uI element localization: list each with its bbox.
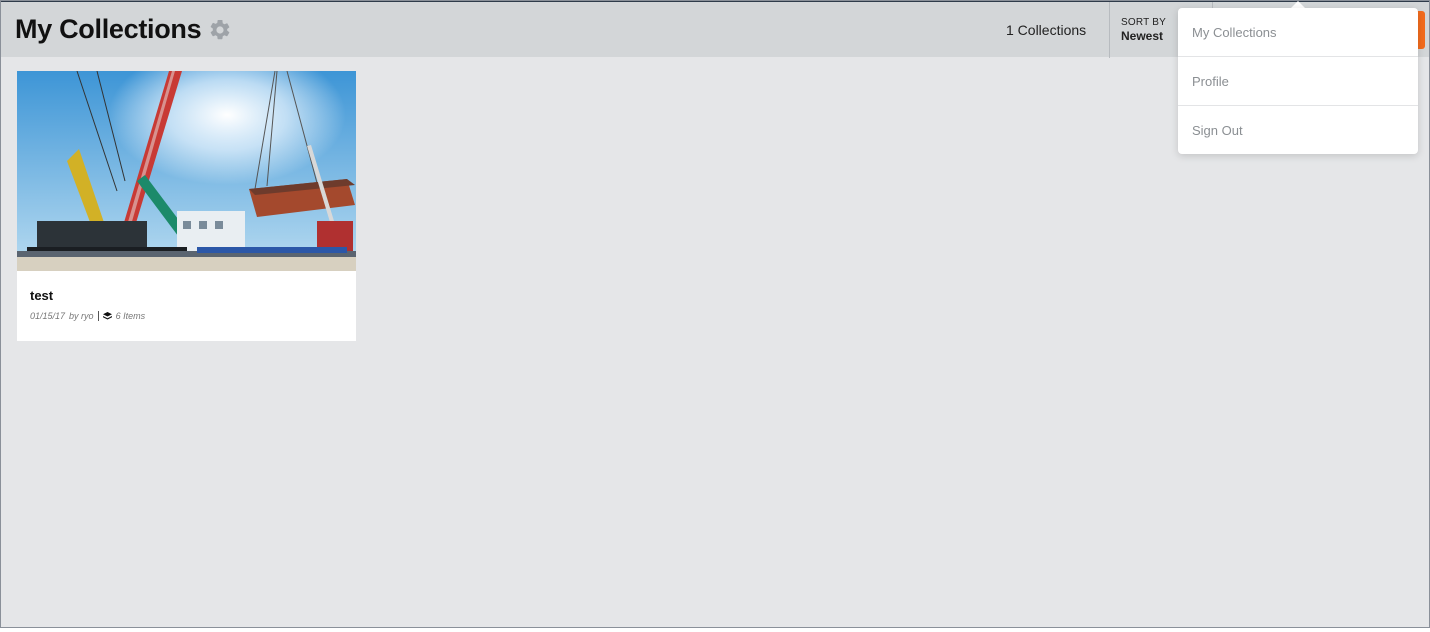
menu-item-my-collections[interactable]: My Collections — [1178, 8, 1418, 57]
page-title: My Collections — [15, 14, 202, 44]
collection-item-count: 6 Items — [115, 311, 146, 321]
collection-title: test — [30, 288, 54, 303]
sort-label: SORT BY — [1121, 17, 1166, 28]
meta-divider — [97, 311, 99, 321]
sort-value: Newest — [1121, 29, 1164, 43]
layers-icon — [102, 311, 112, 319]
user-dropdown-menu: My Collections Profile Sign Out — [1178, 8, 1418, 154]
menu-item-sign-out[interactable]: Sign Out — [1178, 106, 1418, 155]
sort-dropdown[interactable]: SORT BY Newest — [1121, 17, 1166, 43]
header-divider — [1109, 2, 1110, 58]
collection-meta: 01/15/17 by ryo 6 Items — [30, 311, 145, 321]
collection-date: 01/15/17 — [30, 311, 66, 321]
app-window: My Collections 1 Collections SORT BY New… — [0, 0, 1430, 628]
collections-count: 1 Collections — [1006, 22, 1087, 38]
menu-item-profile[interactable]: Profile — [1178, 57, 1418, 106]
collection-author: by ryo — [69, 311, 94, 321]
gear-icon[interactable] — [208, 18, 232, 42]
collection-thumbnail — [17, 71, 356, 271]
collection-card[interactable]: test 01/15/17 by ryo 6 Items — [17, 71, 356, 341]
